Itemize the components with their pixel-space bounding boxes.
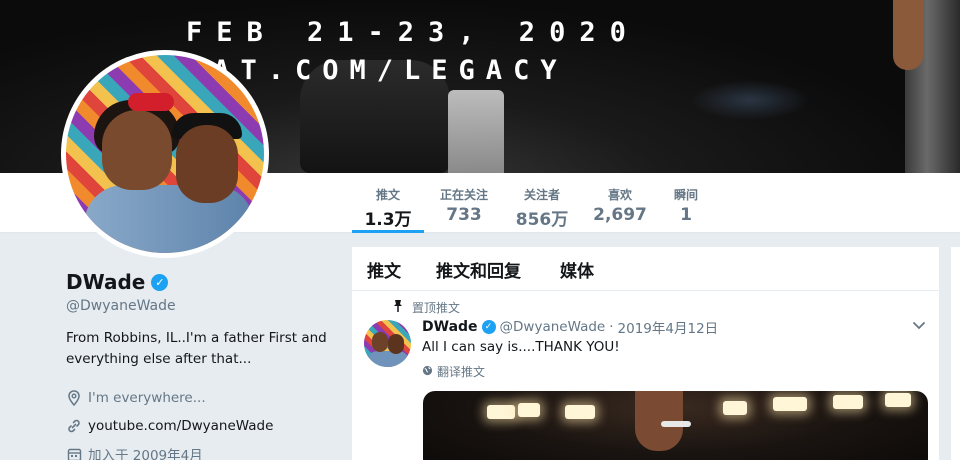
stat-value: 733 (446, 205, 482, 225)
avatar-photo-face-left (102, 110, 172, 190)
stat-label: 正在关注 (439, 188, 488, 202)
profile-avatar[interactable] (61, 50, 269, 258)
link-icon (66, 418, 82, 434)
media-light (885, 393, 911, 407)
avatar-photo (66, 55, 264, 253)
stat-followers[interactable]: 关注者 856万 (512, 173, 572, 233)
tweet-author-name[interactable]: DWade (422, 319, 478, 335)
chevron-down-icon[interactable] (912, 319, 926, 335)
tweet-avatar[interactable] (364, 320, 411, 367)
profile-website-row: youtube.com/DwyaneWade (66, 412, 336, 440)
profile-joined-row: 加入于 2009年4月 (66, 440, 336, 460)
tweet-separator: · (609, 319, 614, 335)
media-light (773, 397, 807, 411)
avatar-photo-headband (128, 93, 174, 111)
stat-label: 喜欢 (607, 188, 632, 202)
banner-glow (690, 80, 810, 120)
media-light (833, 395, 863, 409)
tweet-author-handle[interactable]: @DwyaneWade (500, 319, 606, 335)
stat-label: 推文 (375, 188, 400, 202)
stat-likes[interactable]: 喜欢 2,697 (592, 173, 648, 233)
stat-tweets[interactable]: 推文 1.3万 (352, 173, 424, 233)
profile-meta: I'm everywhere... youtube.com/DwyaneWade… (66, 384, 336, 460)
media-light (518, 403, 540, 417)
profile-location-row: I'm everywhere... (66, 384, 336, 412)
tweet-avatar-face-left (372, 332, 388, 352)
stat-value: 1.3万 (364, 210, 412, 230)
stat-value: 856万 (515, 210, 569, 230)
media-light (487, 405, 515, 419)
profile-website-link[interactable]: youtube.com/DwyaneWade (88, 418, 273, 434)
tweet-avatar-clothes (366, 351, 410, 367)
media-light (565, 405, 595, 419)
stat-moments[interactable]: 瞬间 1 (668, 173, 704, 233)
profile-name-row: DWade ✓ (66, 270, 336, 294)
tweet-text: All I can say is....THANK YOU! (422, 339, 620, 355)
pinned-tweet-label: 置顶推文 (394, 299, 461, 316)
stat-label: 瞬间 (673, 188, 698, 202)
profile-handle[interactable]: @DwyaneWade (66, 298, 336, 314)
tweet-header: DWade ✓ @DwyaneWade · 2019年4月12日 (422, 317, 718, 337)
profile-bio: From Robbins, IL..I'm a father First and… (66, 330, 327, 367)
verified-badge-icon: ✓ (151, 273, 169, 291)
location-pin-icon (66, 390, 82, 406)
tab-media[interactable]: 媒体 (560, 257, 594, 282)
pin-icon (392, 299, 404, 316)
banner-text-date: FEB 21-23, 2020 (186, 17, 640, 48)
tweet-avatar-face-right (388, 334, 404, 354)
tweet-media-image[interactable] (423, 391, 928, 460)
stat-value: 2,697 (593, 205, 647, 225)
profile-joined: 加入于 2009年4月 (88, 448, 203, 460)
tab-tweets-and-replies[interactable]: 推文和回复 (436, 257, 521, 282)
banner-jersey-shape (448, 90, 504, 173)
translate-label: 翻译推文 (437, 365, 486, 379)
profile-card: DWade ✓ @DwyaneWade From Robbins, IL..I'… (66, 270, 336, 460)
stat-label: 关注者 (523, 188, 560, 202)
stat-value: 1 (680, 205, 692, 225)
stat-following[interactable]: 正在关注 733 (432, 173, 496, 233)
timeline-tabs: 推文 推文和回复 媒体 (352, 247, 939, 291)
timeline-panel: 推文 推文和回复 媒体 置顶推文 DWade ✓ @DwyaneWade · 2… (352, 247, 939, 460)
banner-text-url: EAT.COM/LEGACY (186, 55, 568, 86)
media-wristband-shape (661, 421, 691, 427)
banner-arm-shape (893, 0, 923, 70)
tab-tweets[interactable]: 推文 (367, 257, 401, 282)
globe-icon (422, 365, 433, 379)
profile-location: I'm everywhere... (88, 390, 206, 406)
tweet-date[interactable]: 2019年4月12日 (618, 317, 719, 337)
profile-name[interactable]: DWade (66, 270, 145, 294)
avatar-photo-face-right (176, 125, 238, 203)
right-sidebar-edge (951, 247, 960, 460)
translate-tweet-button[interactable]: 翻译推文 (422, 363, 485, 380)
calendar-icon (66, 446, 82, 460)
media-light (723, 401, 747, 415)
pinned-label-text: 置顶推文 (412, 301, 461, 315)
verified-badge-icon: ✓ (481, 320, 496, 334)
